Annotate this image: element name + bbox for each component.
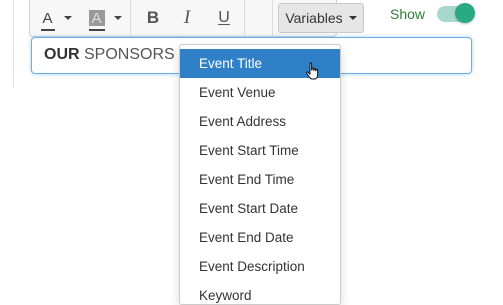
title-bold-text: OUR: [44, 46, 80, 63]
bold-icon: B: [146, 8, 160, 27]
italic-icon: I: [183, 7, 191, 28]
variables-menu: Event Title Event Venue Event Address Ev…: [179, 44, 341, 305]
chevron-down-icon: [113, 16, 122, 20]
variables-menu-item-event-start-time[interactable]: Event Start Time: [180, 136, 340, 165]
variables-menu-item-event-start-date[interactable]: Event Start Date: [180, 194, 340, 223]
toolbar-divider: [244, 0, 245, 36]
chevron-down-icon: [348, 16, 357, 20]
underline-button[interactable]: U: [211, 4, 237, 32]
show-toggle-label: Show: [390, 6, 426, 22]
variables-button-label: Variables: [285, 10, 343, 26]
variables-menu-item-event-venue[interactable]: Event Venue: [180, 78, 340, 107]
background-color-button[interactable]: A: [84, 4, 126, 32]
variables-menu-item-event-description[interactable]: Event Description: [180, 252, 340, 281]
title-plain-text: SPONSORS: [79, 46, 175, 63]
italic-button[interactable]: I: [174, 4, 200, 32]
variables-menu-list: Event Title Event Venue Event Address Ev…: [180, 45, 340, 304]
toolbar-divider: [130, 0, 131, 36]
text-color-button[interactable]: A: [36, 4, 76, 32]
variables-menu-item-event-end-time[interactable]: Event End Time: [180, 165, 340, 194]
hand-pointer-icon: [305, 62, 319, 80]
variables-menu-item-event-address[interactable]: Event Address: [180, 107, 340, 136]
chevron-down-icon: [63, 16, 72, 20]
toolbar-divider: [272, 0, 273, 36]
variables-menu-item-event-end-date[interactable]: Event End Date: [180, 223, 340, 252]
variables-menu-item-keyword[interactable]: Keyword: [180, 281, 340, 304]
show-toggle-knob[interactable]: [455, 3, 475, 23]
underline-icon: U: [218, 9, 230, 26]
bold-button[interactable]: B: [140, 4, 166, 32]
font-color-icon: A: [40, 11, 55, 31]
title-text: OUR SPONSORS: [44, 46, 175, 64]
formatting-toolbar: A A B I U Variables: [29, 0, 364, 37]
variables-dropdown-button[interactable]: Variables: [278, 3, 364, 33]
background-color-icon: A: [88, 10, 105, 31]
